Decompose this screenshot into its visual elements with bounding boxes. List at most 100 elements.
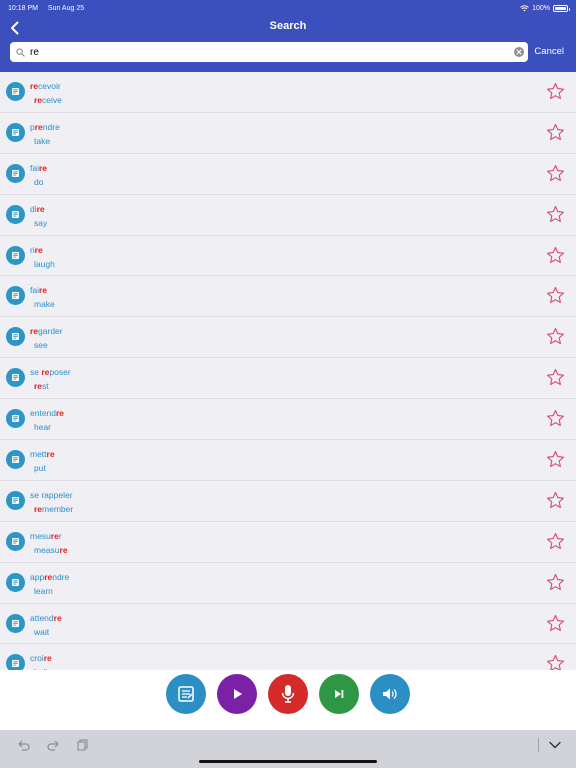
text-segment: attend bbox=[30, 612, 54, 623]
text-segment: garder bbox=[38, 326, 63, 337]
favorite-star-icon[interactable] bbox=[546, 532, 565, 551]
french-word: se rappeler bbox=[30, 490, 73, 500]
favorite-star-icon[interactable] bbox=[546, 368, 565, 387]
favorite-star-icon[interactable] bbox=[546, 327, 565, 346]
list-item[interactable]: mettre put bbox=[0, 440, 576, 481]
skip-next-icon bbox=[335, 690, 344, 698]
text-segment: croi bbox=[30, 653, 44, 664]
hide-keyboard-icon[interactable] bbox=[548, 738, 562, 752]
text-segment: say bbox=[34, 217, 48, 228]
play-icon bbox=[234, 689, 242, 699]
list-item[interactable]: regarder see bbox=[0, 317, 576, 359]
list-item[interactable]: entendre hear bbox=[0, 399, 576, 441]
list-item[interactable]: attendre wait bbox=[0, 604, 576, 645]
favorite-star-icon[interactable] bbox=[546, 491, 565, 510]
next-button[interactable] bbox=[319, 674, 359, 714]
list-item[interactable]: mesurer measure bbox=[0, 522, 576, 563]
english-translation: measure bbox=[34, 545, 68, 555]
favorite-star-icon[interactable] bbox=[546, 286, 565, 305]
text-segment: st bbox=[42, 381, 49, 392]
french-word: se reposer bbox=[30, 367, 71, 377]
english-translation: see bbox=[34, 340, 48, 350]
match-highlight: re bbox=[56, 408, 65, 419]
undo-icon[interactable] bbox=[16, 738, 30, 752]
flashcard-icon[interactable] bbox=[6, 531, 25, 551]
english-translation: take bbox=[34, 136, 50, 146]
french-word: mettre bbox=[30, 449, 55, 459]
french-word: entendre bbox=[30, 408, 64, 418]
results-list[interactable]: recevoir receive prendre take faire do dire say… bbox=[0, 72, 576, 670]
search-field[interactable] bbox=[10, 42, 528, 62]
list-item[interactable]: prendre take bbox=[0, 113, 576, 154]
status-bar: 10:18 PM Sun Aug 25 100% bbox=[8, 3, 570, 13]
list-item[interactable]: recevoir receive bbox=[0, 72, 576, 113]
text-segment: r bbox=[58, 530, 62, 541]
text-segment: put bbox=[34, 463, 46, 474]
flashcard-icon[interactable] bbox=[6, 613, 25, 633]
clear-search-icon[interactable] bbox=[514, 47, 524, 57]
notes-button[interactable] bbox=[166, 674, 206, 714]
flashcard-icon[interactable] bbox=[6, 327, 25, 347]
text-segment: di bbox=[30, 203, 37, 214]
text-segment: hear bbox=[34, 422, 52, 433]
english-translation: hear bbox=[34, 422, 51, 432]
status-date: Sun Aug 25 bbox=[47, 4, 85, 12]
flashcard-icon[interactable] bbox=[6, 368, 25, 388]
wifi-icon bbox=[520, 4, 529, 11]
flashcard-icon[interactable] bbox=[6, 245, 25, 265]
flashcard-icon[interactable] bbox=[6, 286, 25, 306]
match-highlight: re bbox=[30, 81, 39, 91]
french-word: recevoir bbox=[30, 81, 61, 91]
favorite-star-icon[interactable] bbox=[546, 205, 565, 224]
english-translation: learn bbox=[34, 586, 53, 596]
french-word: faire bbox=[30, 285, 47, 295]
match-highlight: re bbox=[36, 203, 45, 214]
favorite-star-icon[interactable] bbox=[546, 164, 565, 183]
list-item[interactable]: dire say bbox=[0, 195, 576, 236]
flashcard-icon[interactable] bbox=[6, 122, 25, 142]
favorite-star-icon[interactable] bbox=[546, 82, 565, 101]
speaker-button[interactable] bbox=[370, 674, 410, 714]
match-highlight: re bbox=[43, 653, 52, 664]
french-word: dire bbox=[30, 204, 45, 214]
text-segment: entend bbox=[30, 408, 56, 419]
text-segment: measu bbox=[34, 544, 60, 555]
match-highlight: re bbox=[46, 449, 55, 460]
flashcard-icon[interactable] bbox=[6, 163, 25, 183]
favorite-star-icon[interactable] bbox=[546, 246, 565, 265]
list-item[interactable]: rire laugh bbox=[0, 236, 576, 277]
text-segment: poser bbox=[49, 367, 71, 378]
paste-icon[interactable] bbox=[76, 738, 90, 752]
flashcard-icon[interactable] bbox=[6, 490, 25, 510]
microphone-button[interactable] bbox=[268, 674, 308, 714]
list-item[interactable]: apprendre learn bbox=[0, 563, 576, 604]
flashcard-icon[interactable] bbox=[6, 204, 25, 224]
text-segment: mett bbox=[30, 449, 47, 460]
french-word: prendre bbox=[30, 122, 60, 132]
flashcard-icon[interactable] bbox=[6, 450, 25, 470]
flashcard-icon[interactable] bbox=[6, 572, 25, 592]
match-highlight: re bbox=[34, 381, 43, 392]
flashcard-icon[interactable] bbox=[6, 82, 25, 101]
favorite-star-icon[interactable] bbox=[546, 409, 565, 428]
list-item[interactable]: se reposer rest bbox=[0, 358, 576, 400]
list-item[interactable]: faire do bbox=[0, 154, 576, 195]
favorite-star-icon[interactable] bbox=[546, 123, 565, 142]
redo-icon[interactable] bbox=[46, 738, 60, 752]
flashcard-icon[interactable] bbox=[6, 654, 25, 670]
match-highlight: re bbox=[34, 95, 43, 105]
favorite-star-icon[interactable] bbox=[546, 614, 565, 633]
cancel-button[interactable]: Cancel bbox=[534, 46, 564, 57]
header-bar: 10:18 PM Sun Aug 25 100% Search Cancel bbox=[0, 0, 576, 72]
list-item[interactable]: se rappeler remember bbox=[0, 481, 576, 522]
match-highlight: re bbox=[34, 503, 43, 514]
favorite-star-icon[interactable] bbox=[546, 450, 565, 469]
favorite-star-icon[interactable] bbox=[546, 654, 565, 670]
list-item[interactable]: faire make bbox=[0, 276, 576, 318]
list-item[interactable]: croirebelieve bbox=[0, 644, 576, 670]
text-segment: app bbox=[30, 571, 45, 582]
flashcard-icon[interactable] bbox=[6, 409, 25, 429]
play-button[interactable] bbox=[217, 674, 257, 714]
favorite-star-icon[interactable] bbox=[546, 573, 565, 592]
search-input[interactable] bbox=[26, 46, 514, 58]
